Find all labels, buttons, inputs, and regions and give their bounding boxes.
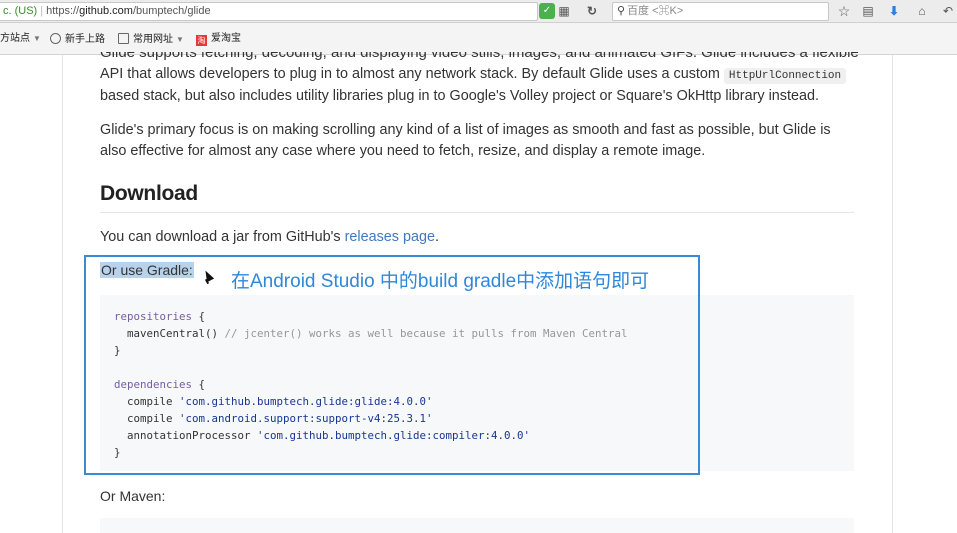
folder-icon — [118, 33, 129, 44]
bookmark-label: 新手上路 — [65, 34, 105, 45]
bookmark-common-sites[interactable]: 常用网址 ▼ — [118, 33, 184, 46]
search-icon: ⚲ — [617, 5, 626, 17]
url-host: github.com — [79, 5, 133, 17]
bookmarks-bar: 方站点 ▼ 新手上路 常用网址 ▼ 淘爱淘宝 — [0, 23, 957, 55]
maven-label: Or Maven: — [100, 488, 166, 504]
reload-icon[interactable]: ↻ — [584, 3, 600, 19]
cert-label[interactable]: c. (US) — [0, 5, 37, 17]
download-heading: Download — [100, 182, 198, 205]
address-bar[interactable]: c. (US) | https://github.com/bumptech/glid… — [0, 2, 538, 21]
qr-icon[interactable]: ▦ — [556, 3, 572, 19]
taobao-icon: 淘 — [196, 35, 207, 46]
browser-toolbar: c. (US) | https://github.com/bumptech/glid… — [0, 0, 957, 23]
search-input[interactable]: ⚲ 百度 <⌘K> — [612, 2, 829, 21]
chevron-down-icon: ▼ — [176, 35, 184, 44]
star-icon[interactable]: ☆ — [836, 3, 852, 19]
download-paragraph: You can download a jar from GitHub's rel… — [100, 229, 439, 245]
bookmark-sites[interactable]: 方站点 ▼ — [0, 33, 41, 45]
bookmark-label: 常用网址 — [133, 34, 173, 45]
download-icon[interactable]: ⬇ — [886, 3, 902, 19]
reader-icon[interactable]: ▤ — [860, 3, 876, 19]
url-scheme: https:// — [46, 5, 80, 17]
annotation-caption: 在Android Studio 中的build gradle中添加语句即可 — [231, 271, 650, 292]
bookmark-label: 爱淘宝 — [211, 33, 241, 44]
bookmark-newbie[interactable]: 新手上路 — [50, 33, 105, 46]
paragraph-focus-line1: Glide's primary focus is on making scrol… — [100, 122, 831, 138]
bookmark-taobao[interactable]: 淘爱淘宝 — [196, 33, 241, 46]
paragraph-intro-line2: API that allows developers to plug in to… — [100, 64, 854, 87]
maven-code-block — [100, 518, 854, 533]
paragraph-focus-line2: also effective for almost any case where… — [100, 143, 706, 159]
url-path: /bumptech/glide — [132, 5, 211, 17]
shield-icon[interactable]: ✓ — [539, 3, 555, 19]
inline-code: HttpUrlConnection — [723, 68, 847, 84]
divider — [100, 212, 854, 213]
paragraph-intro-line3: based stack, but also includes utility l… — [100, 88, 819, 104]
chevron-down-icon: ▼ — [33, 34, 41, 43]
gear-icon — [50, 33, 61, 44]
back-icon[interactable]: ↶ — [940, 3, 956, 19]
releases-page-link[interactable]: releases page — [345, 229, 435, 245]
home-icon[interactable]: ⌂ — [914, 3, 930, 19]
bookmark-label: 方站点 — [0, 33, 30, 44]
search-placeholder: 百度 <⌘K> — [627, 5, 684, 17]
